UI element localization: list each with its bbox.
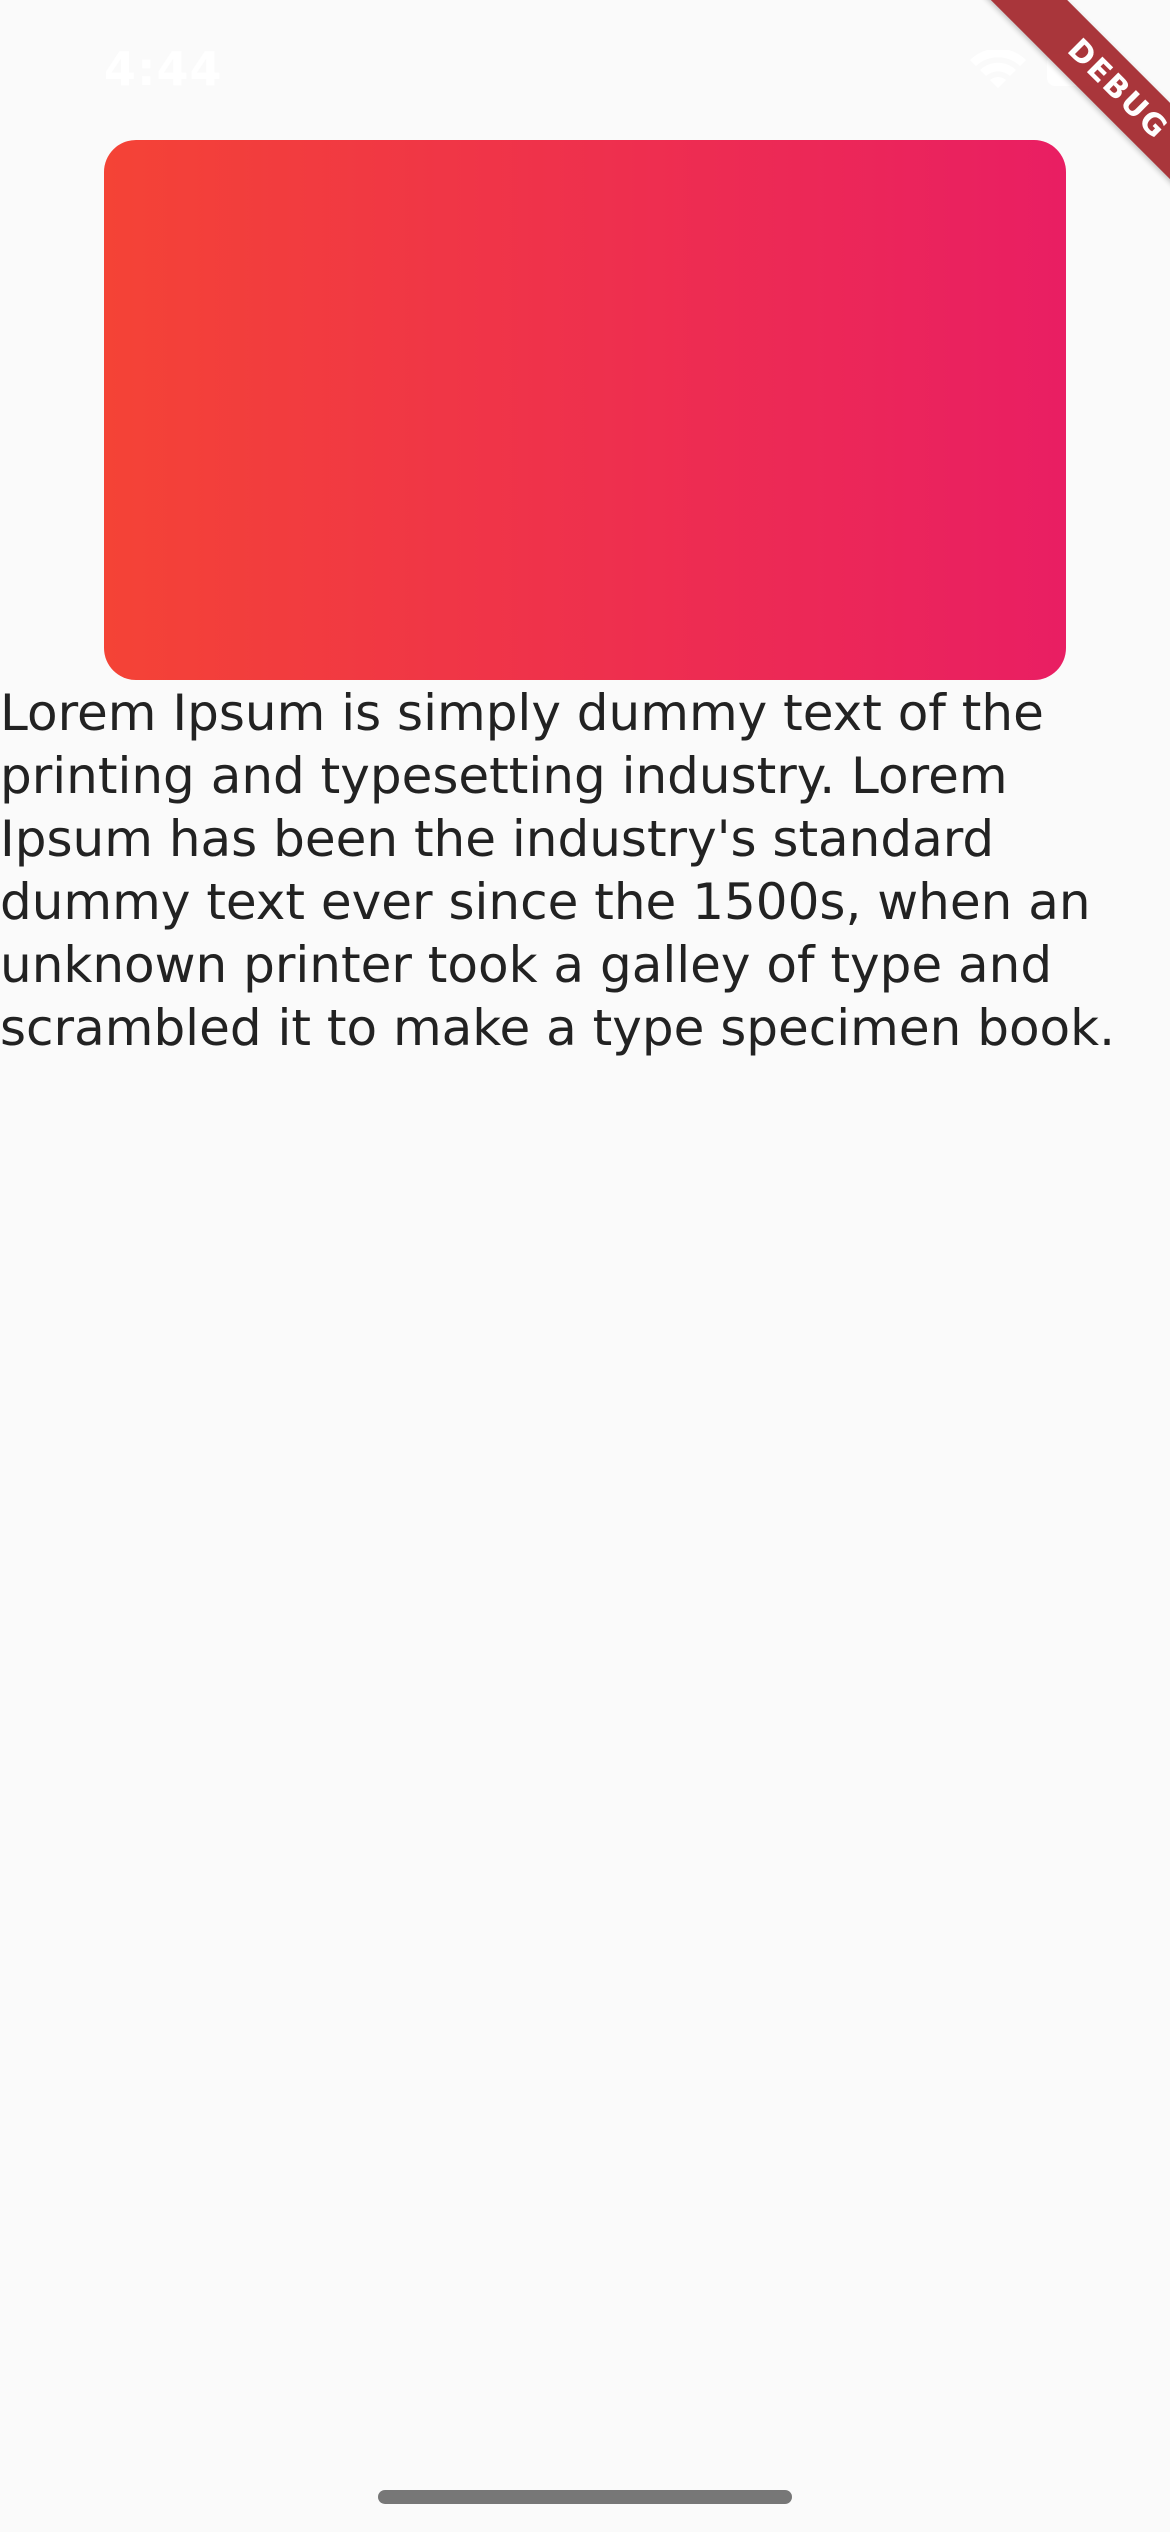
gradient-card [104, 140, 1066, 680]
home-indicator[interactable] [378, 2490, 792, 2504]
status-time: 4:44 [104, 42, 223, 96]
debug-label: DEBUG [1060, 31, 1170, 147]
body-text: Lorem Ipsum is simply dummy text of the … [0, 684, 1115, 1057]
